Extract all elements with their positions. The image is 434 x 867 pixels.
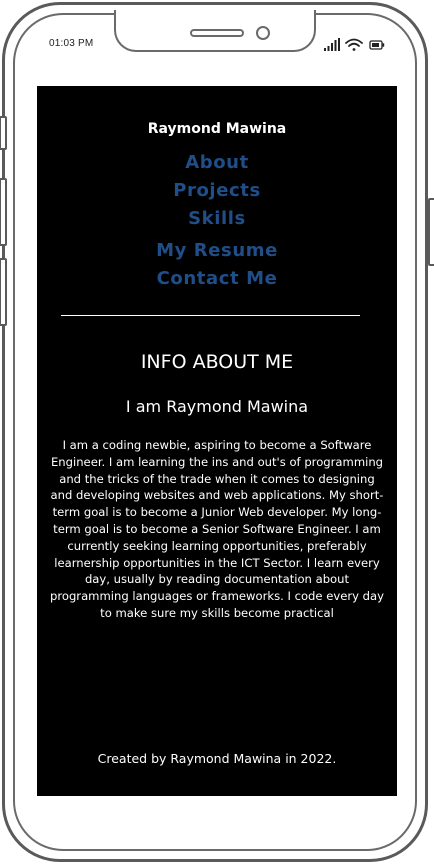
nav-link-projects[interactable]: Projects: [37, 180, 397, 201]
site-title: Raymond Mawina: [147, 121, 287, 137]
status-icons: [324, 37, 386, 53]
nav-link-contact-me[interactable]: Contact Me: [37, 268, 397, 289]
nav-link-about[interactable]: About: [37, 152, 397, 173]
nav-link-my-resume[interactable]: My Resume: [37, 240, 397, 261]
signal-icon: [324, 38, 340, 51]
battery-icon: [369, 40, 385, 50]
side-button-power: [428, 198, 434, 266]
status-time: 01:03 PM: [49, 38, 94, 49]
app-screen: Raymond Mawina About Projects Skills My …: [37, 86, 397, 796]
footer-text: Created by Raymond Mawina in 2022.: [97, 751, 337, 766]
about-bio: I am a coding newbie, aspiring to become…: [49, 438, 384, 620]
side-button-volume-down: [0, 258, 7, 326]
about-subheading: I am Raymond Mawina: [125, 397, 309, 416]
nav-link-skills[interactable]: Skills: [37, 208, 397, 229]
side-button-mute: [0, 116, 7, 150]
speaker-grille: [190, 29, 244, 37]
wifi-icon: [345, 38, 363, 51]
about-heading: INFO ABOUT ME: [140, 351, 294, 373]
front-camera-icon: [256, 26, 270, 40]
section-divider: [61, 315, 360, 316]
side-button-volume-up: [0, 178, 7, 246]
